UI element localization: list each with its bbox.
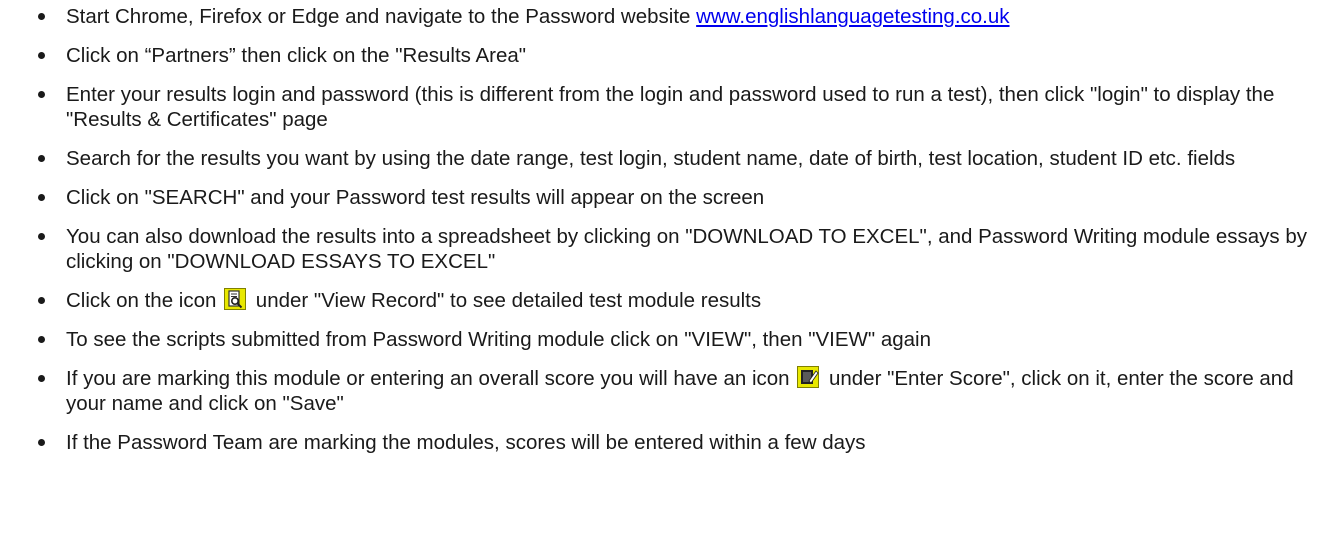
bullet-icon: [38, 91, 45, 98]
bullet-icon: [38, 336, 45, 343]
list-item: Enter your results login and password (t…: [0, 82, 1343, 132]
step-text: Start Chrome, Firefox or Edge and naviga…: [66, 5, 697, 28]
bullet-icon: [38, 297, 45, 304]
bullet-icon: [38, 13, 45, 20]
bullet-icon: [38, 375, 45, 382]
list-item: If the Password Team are marking the mod…: [0, 430, 1343, 455]
view-record-icon: [224, 288, 247, 310]
step-text: Enter your results login and password (t…: [66, 83, 1275, 131]
step-text: To see the scripts submitted from Passwo…: [66, 328, 932, 351]
instruction-list: Start Chrome, Firefox or Edge and naviga…: [0, 4, 1343, 469]
list-item: To see the scripts submitted from Passwo…: [0, 327, 1343, 352]
enter-score-icon: [797, 366, 820, 388]
step-text: Click on the icon: [66, 289, 223, 312]
list-item: If you are marking this module or enteri…: [0, 366, 1343, 416]
step-text: If the Password Team are marking the mod…: [66, 431, 866, 454]
step-text: If you are marking this module or enteri…: [66, 367, 796, 390]
list-item: Start Chrome, Firefox or Edge and naviga…: [0, 4, 1343, 29]
instruction-document: Start Chrome, Firefox or Edge and naviga…: [0, 0, 1343, 533]
step-text: You can also download the results into a…: [66, 225, 1308, 273]
website-link[interactable]: www.englishlanguagetesting.co.uk: [696, 5, 1009, 28]
bullet-icon: [38, 439, 45, 446]
step-text: Click on “Partners” then click on the "R…: [66, 44, 527, 67]
list-item: Click on the icon under "View Record" to…: [0, 288, 1343, 313]
step-text: Click on "SEARCH" and your Password test…: [66, 186, 765, 209]
step-text: Search for the results you want by using…: [66, 147, 1236, 170]
bullet-icon: [38, 233, 45, 240]
bullet-icon: [38, 52, 45, 59]
bullet-icon: [38, 194, 45, 201]
list-item: Search for the results you want by using…: [0, 146, 1343, 171]
step-text: under "View Record" to see detailed test…: [250, 289, 762, 312]
bullet-icon: [38, 155, 45, 162]
list-item: Click on "SEARCH" and your Password test…: [0, 185, 1343, 210]
list-item: Click on “Partners” then click on the "R…: [0, 43, 1343, 68]
list-item: You can also download the results into a…: [0, 224, 1343, 274]
